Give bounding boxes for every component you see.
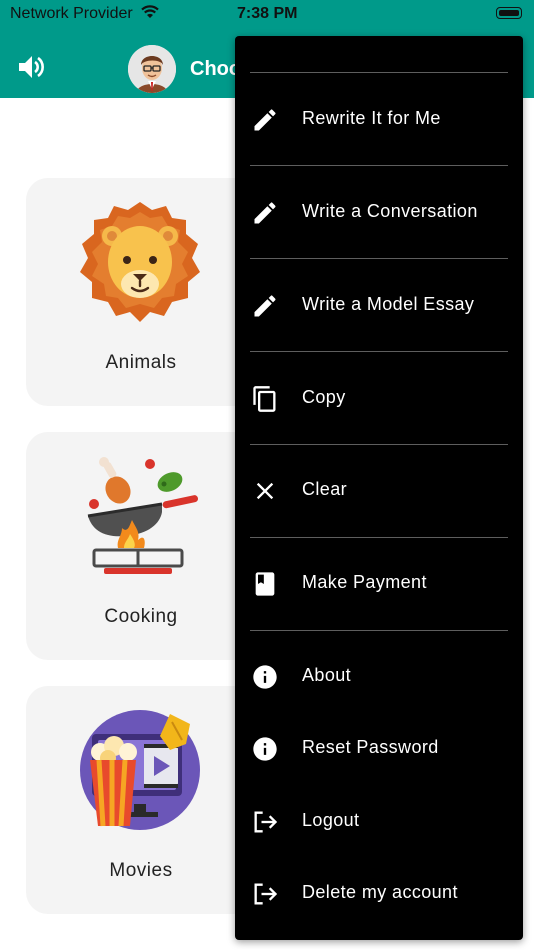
info-icon [253,737,277,761]
menu-item-logout[interactable]: Logout [235,795,523,847]
menu-item-copy[interactable]: Copy [235,372,523,424]
menu-divider [250,165,508,166]
menu-divider [250,444,508,445]
battery-icon [496,7,522,19]
avatar-portrait-icon [128,45,176,93]
category-label: Cooking [104,606,178,627]
pencil-icon [254,202,276,224]
menu-item-about[interactable]: About [235,650,523,702]
menu-item-label: Make Payment [302,572,427,592]
logout-icon [254,811,278,833]
category-label: Movies [109,860,173,881]
category-card-animals[interactable]: Animals [26,178,256,406]
clock: 7:38 PM [237,5,298,22]
avatar[interactable] [128,45,176,93]
pencil-icon [254,295,276,317]
wifi-icon [141,5,159,18]
menu-item-label: Rewrite It for Me [302,108,441,128]
menu-item-label: Delete my account [302,882,458,902]
menu-divider [250,258,508,259]
close-icon [256,482,274,500]
page-title: Choo [190,58,242,80]
menu-item-label: Logout [302,810,360,830]
copy-icon [253,386,276,412]
menu-item-label: Clear [302,479,348,499]
menu-item-label: Write a Conversation [302,201,478,221]
menu-item-label: Copy [302,387,346,407]
menu-item-delete-account[interactable]: Delete my account [235,867,523,919]
logout-icon [254,883,278,905]
menu-item-reset-password[interactable]: Reset Password [235,722,523,774]
menu-item-make-payment[interactable]: Make Payment [235,557,523,609]
popcorn-movie-icon [80,710,200,830]
menu-divider [250,630,508,631]
menu-divider [250,351,508,352]
cooking-pan-icon [87,457,199,574]
category-card-movies[interactable]: Movies [26,686,256,914]
menu-item-rewrite[interactable]: Rewrite It for Me [235,93,523,145]
menu-divider [250,72,508,73]
category-label: Animals [105,352,177,373]
overflow-menu: Rewrite It for Me Write a Conversation W… [235,36,523,940]
status-bar: Network Provider 7:38 PM [0,0,534,28]
menu-item-label: Write a Model Essay [302,294,475,314]
category-card-cooking[interactable]: Cooking [26,432,256,660]
menu-item-clear[interactable]: Clear [235,464,523,516]
menu-item-label: About [302,665,352,685]
pencil-icon [254,109,276,131]
book-icon [255,572,275,596]
carrier-label: Network Provider [10,5,133,22]
menu-item-write-conversation[interactable]: Write a Conversation [235,186,523,238]
menu-item-label: Reset Password [302,737,439,757]
menu-divider [250,537,508,538]
info-icon [253,665,277,689]
menu-item-write-model-essay[interactable]: Write a Model Essay [235,279,523,331]
lion-icon [80,202,200,322]
speaker-icon[interactable] [16,52,46,82]
